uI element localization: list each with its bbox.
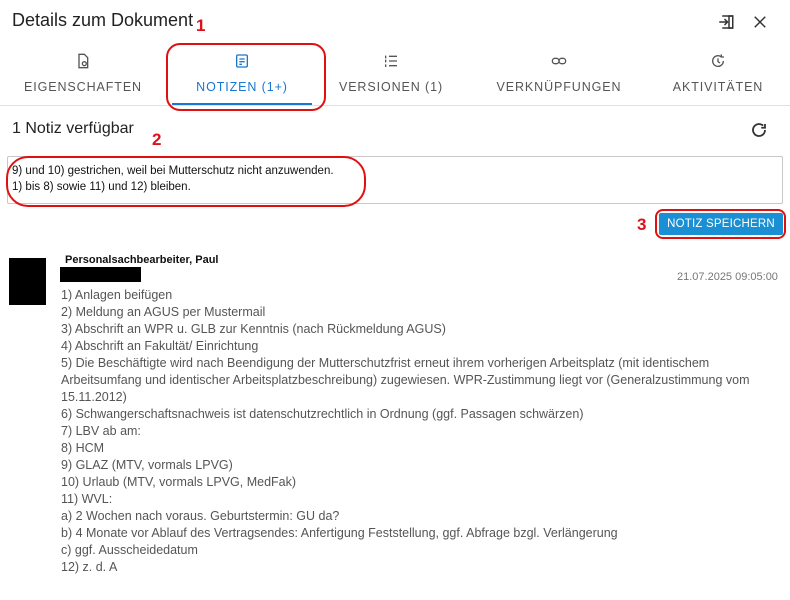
note-icon <box>233 52 251 70</box>
note-line: 8) HCM <box>61 441 105 455</box>
note-line: a) 2 Wochen nach voraus. Geburtstermin: … <box>61 509 340 523</box>
note-line: 1) Anlagen beifügen <box>61 288 173 302</box>
note-author: Personalsachbearbeiter, Paul <box>65 254 219 266</box>
annotation-marker-2: 2 <box>152 130 162 149</box>
tab-label: VERSIONEN (1) <box>338 80 444 94</box>
export-icon[interactable] <box>716 12 736 32</box>
note-line: 4) Abschrift an Fakultät/ Einrichtung <box>61 339 259 353</box>
tab-bar: EIGENSCHAFTEN NOTIZEN (1+) VERSIONEN (1)… <box>0 44 790 106</box>
document-properties-icon <box>74 52 92 70</box>
note-line: 11) WVL: <box>61 492 113 506</box>
tab-eigenschaften[interactable]: EIGENSCHAFTEN <box>24 44 141 106</box>
note-line: 6) Schwangerschaftsnachweis ist datensch… <box>61 407 584 421</box>
tab-notizen[interactable]: NOTIZEN (1+) <box>182 44 302 106</box>
note-line: 2) Meldung an AGUS per Mustermail <box>61 305 266 319</box>
tab-label: EIGENSCHAFTEN <box>24 80 142 94</box>
versions-list-icon <box>382 52 400 70</box>
note-line: 5) Die Beschäftigte wird nach Beendigung… <box>61 356 750 404</box>
redacted-block <box>60 267 141 282</box>
panel-title: Details zum Dokument <box>12 10 194 30</box>
note-timestamp: 21.07.2025 09:05:00 <box>677 271 778 283</box>
note-textarea[interactable]: 9) und 10) gestrichen, weil bei Muttersc… <box>7 156 783 204</box>
annotation-marker-1: 1 <box>196 16 206 35</box>
tab-versionen[interactable]: VERSIONEN (1) <box>332 44 450 106</box>
note-count-label: 1 Notiz verfügbar <box>12 120 134 137</box>
close-icon[interactable] <box>750 12 770 32</box>
tab-label: AKTIVITÄTEN <box>672 80 764 94</box>
avatar <box>9 258 46 305</box>
tab-label: NOTIZEN (1+) <box>196 80 288 94</box>
active-tab-indicator <box>172 103 312 105</box>
note-line: 10) Urlaub (MTV, vormals LPVG, MedFak) <box>61 475 297 489</box>
note-line: b) 4 Monate vor Ablauf des Vertragsendes… <box>61 526 618 540</box>
note-line: 7) LBV ab am: <box>61 424 141 438</box>
note-line: 9) GLAZ (MTV, vormals LPVG) <box>61 458 233 472</box>
panel-header: Details zum Dokument 1 <box>0 0 790 44</box>
note-line: 12) z. d. A <box>61 560 118 574</box>
refresh-icon[interactable] <box>749 120 769 140</box>
save-note-button[interactable]: NOTIZ SPEICHERN <box>659 213 783 235</box>
note-content: 1) Anlagen beifügen 2) Meldung an AGUS p… <box>61 287 781 576</box>
note-line: 3) Abschrift an WPR u. GLB zur Kenntnis … <box>61 322 446 336</box>
annotation-marker-3: 3 <box>637 215 647 234</box>
tab-label: VERKNÜPFUNGEN <box>496 80 622 94</box>
link-icon <box>550 52 568 70</box>
history-icon <box>709 52 727 70</box>
tab-aktivitaeten[interactable]: AKTIVITÄTEN <box>668 44 768 106</box>
tab-verknuepfungen[interactable]: VERKNÜPFUNGEN <box>494 44 624 106</box>
note-line: c) ggf. Ausscheidedatum <box>61 543 198 557</box>
